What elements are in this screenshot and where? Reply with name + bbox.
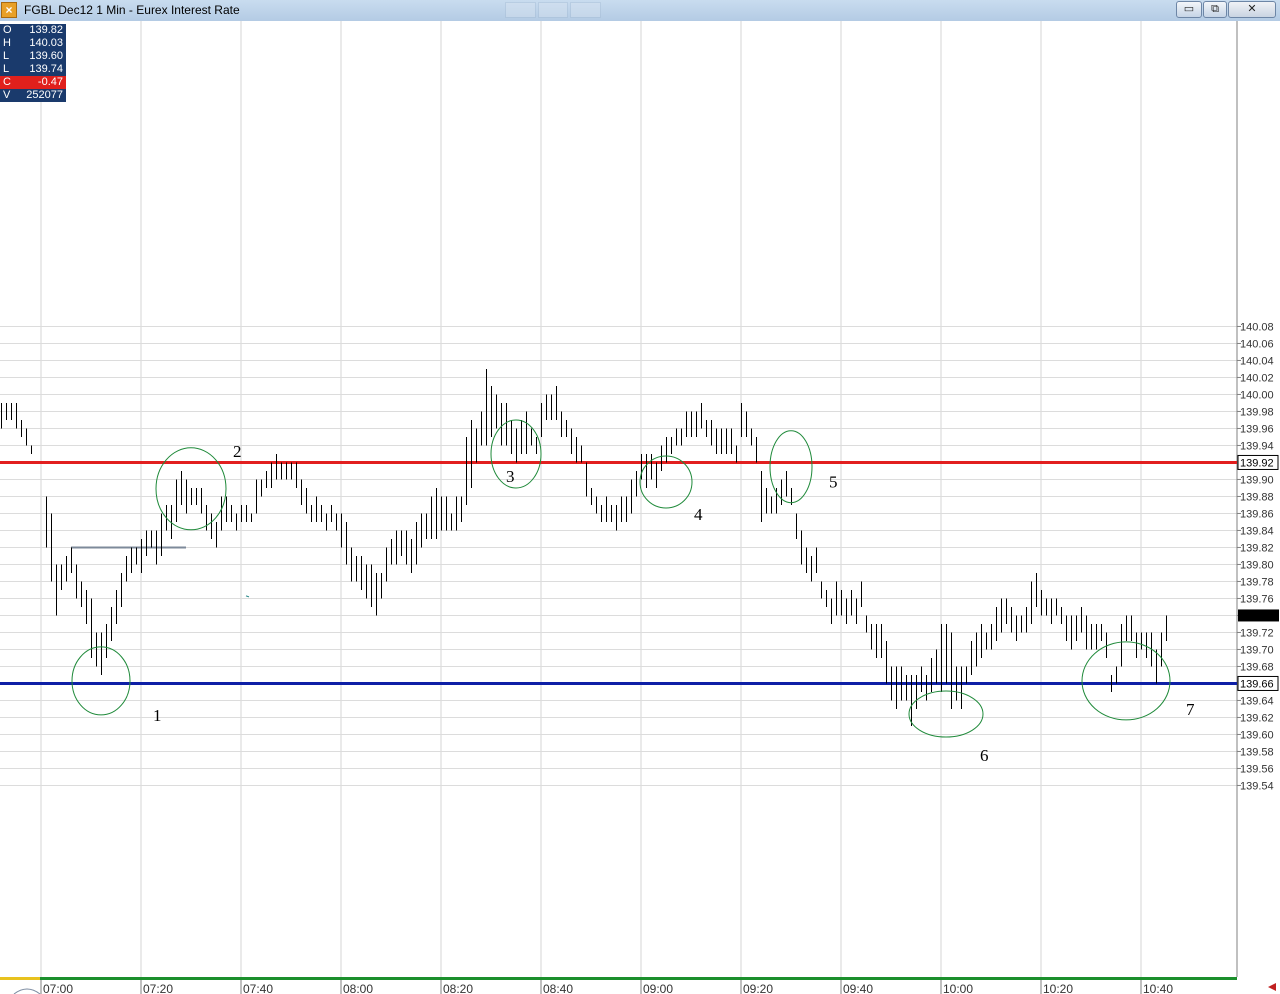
price-tick-label: 139.70	[1240, 644, 1274, 656]
close-button[interactable]: ✕	[1228, 1, 1276, 18]
price-tick-label: 140.04	[1240, 355, 1274, 367]
price-tick-label: 139.80	[1240, 559, 1274, 571]
ohlc-data-box: O 139.82 H 140.03 L 139.60 L 139.74 C -0.47 V…	[0, 24, 66, 102]
annotation-label: 3	[506, 467, 515, 486]
price-tick-label: 139.84	[1240, 525, 1274, 537]
time-axis-bar	[0, 977, 1237, 980]
annotation-label: 2	[233, 442, 242, 461]
window-title: FGBL Dec12 1 Min - Eurex Interest Rate	[24, 3, 240, 17]
price-tick-label: 140.06	[1240, 338, 1274, 350]
price-tick-label: 139.72	[1240, 627, 1274, 639]
price-tick-label: 139.62	[1240, 712, 1274, 724]
time-tick-label: 10:40	[1143, 982, 1173, 994]
price-tick-label: 139.88	[1240, 491, 1274, 503]
annotation-label: 4	[694, 505, 703, 524]
time-tick-label: 07:20	[143, 982, 173, 994]
ohlc-row-open: O 139.82	[3, 24, 63, 36]
time-tick-label: 10:20	[1043, 982, 1073, 994]
time-axis-highlight	[0, 977, 40, 980]
price-chart[interactable]: 140.08 140.06 140.04 140.02 140.00 139.98 139.…	[0, 21, 1280, 994]
price-tick-label: 139.54	[1240, 780, 1274, 792]
price-level-label: 139.66	[1240, 678, 1274, 690]
time-tick-label: 09:40	[843, 982, 873, 994]
price-tick-label: 139.68	[1240, 661, 1274, 673]
time-tick-label: 08:20	[443, 982, 473, 994]
minimize-button[interactable]: ▭	[1176, 1, 1202, 18]
price-tick-label: 140.00	[1240, 389, 1274, 401]
ohlc-row-high: H 140.03	[3, 37, 63, 49]
price-tick-label: 139.90	[1240, 474, 1274, 486]
price-tick-label: 139.98	[1240, 406, 1274, 418]
price-tick-label: 139.86	[1240, 508, 1274, 520]
price-level-label: 139.92	[1240, 457, 1274, 469]
price-tick-label: 139.64	[1240, 695, 1274, 707]
price-tick-label: 139.94	[1240, 440, 1274, 452]
price-tick-label: 139.76	[1240, 593, 1274, 605]
price-tick-label: 140.08	[1240, 321, 1274, 333]
ohlc-row-low: L 139.60	[3, 50, 63, 62]
ohlc-row-change: C -0.47	[0, 76, 66, 89]
window-titlebar: × FGBL Dec12 1 Min - Eurex Interest Rate…	[0, 0, 1280, 22]
price-tick-label: 139.58	[1240, 746, 1274, 758]
ohlc-row-volume: V 252077	[3, 89, 63, 101]
app-logo-icon: ×	[1, 2, 17, 18]
time-tick-label: 10:00	[943, 982, 973, 994]
annotation-label: 6	[980, 746, 989, 765]
price-tick-label: 139.56	[1240, 763, 1274, 775]
time-tick-label: 09:20	[743, 982, 773, 994]
price-tick-label: 139.60	[1240, 729, 1274, 741]
annotation-label: 5	[829, 473, 838, 492]
faded-titlebar-controls	[505, 2, 602, 18]
price-tick-label: 139.96	[1240, 423, 1274, 435]
time-tick-label: 08:40	[543, 982, 573, 994]
price-tick-label: 139.82	[1240, 542, 1274, 554]
plot-area	[0, 21, 1237, 977]
current-price-marker	[1238, 609, 1279, 622]
price-tick-label: 140.02	[1240, 372, 1274, 384]
time-tick-label: 08:00	[343, 982, 373, 994]
annotation-label: 1	[153, 706, 162, 725]
annotation-label: 7	[1186, 700, 1195, 719]
time-tick-label: 09:00	[643, 982, 673, 994]
time-tick-label: 07:40	[243, 982, 273, 994]
ohlc-row-last: L 139.74	[3, 63, 63, 75]
maximize-button[interactable]: ⧉	[1203, 1, 1227, 18]
time-tick-label: 07:00	[43, 982, 73, 994]
price-tick-label: 139.78	[1240, 576, 1274, 588]
